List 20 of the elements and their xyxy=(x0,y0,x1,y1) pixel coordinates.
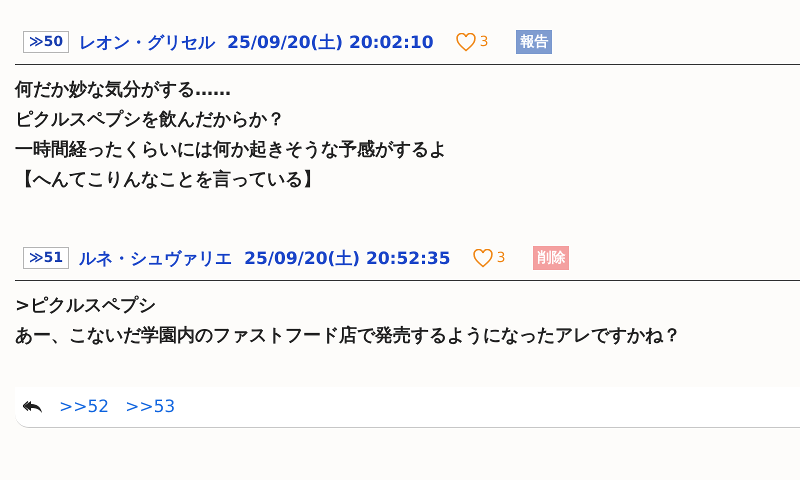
post-date: 25/09/20(土) 20:02:10 xyxy=(227,32,434,54)
like-count: 3 xyxy=(480,34,488,50)
reply-icon[interactable] xyxy=(23,400,43,414)
reply-link[interactable]: >>53 xyxy=(125,397,176,417)
like-count: 3 xyxy=(496,250,506,266)
post-text: 【へんてこりんなことを言っている】 xyxy=(15,168,322,192)
report-button[interactable]: 報告 xyxy=(516,30,552,54)
heart-icon[interactable] xyxy=(456,32,476,52)
heart-icon[interactable] xyxy=(472,248,493,268)
post-text: >ピクルスペプシ xyxy=(15,294,158,318)
post-text: 一時間経ったくらいには何か起きそうな予感がするよ xyxy=(15,138,448,162)
post-number-link[interactable]: ≫50 xyxy=(23,31,70,53)
reply-link[interactable]: >>52 xyxy=(59,397,110,417)
author-name: レオン・グリセル xyxy=(79,32,216,54)
post-text: ピクルスペプシを飲んだからか？ xyxy=(15,108,286,132)
post-number-link[interactable]: ≫51 xyxy=(23,247,70,269)
post-text: 何だか妙な気分がする…… xyxy=(15,78,232,102)
post-text: あー、こないだ学園内のファストフード店で発売するようになったアレですかね？ xyxy=(15,324,682,348)
post-date: 25/09/20(土) 20:52:35 xyxy=(244,248,451,270)
author-name: ルネ・シュヴァリエ xyxy=(79,248,232,270)
